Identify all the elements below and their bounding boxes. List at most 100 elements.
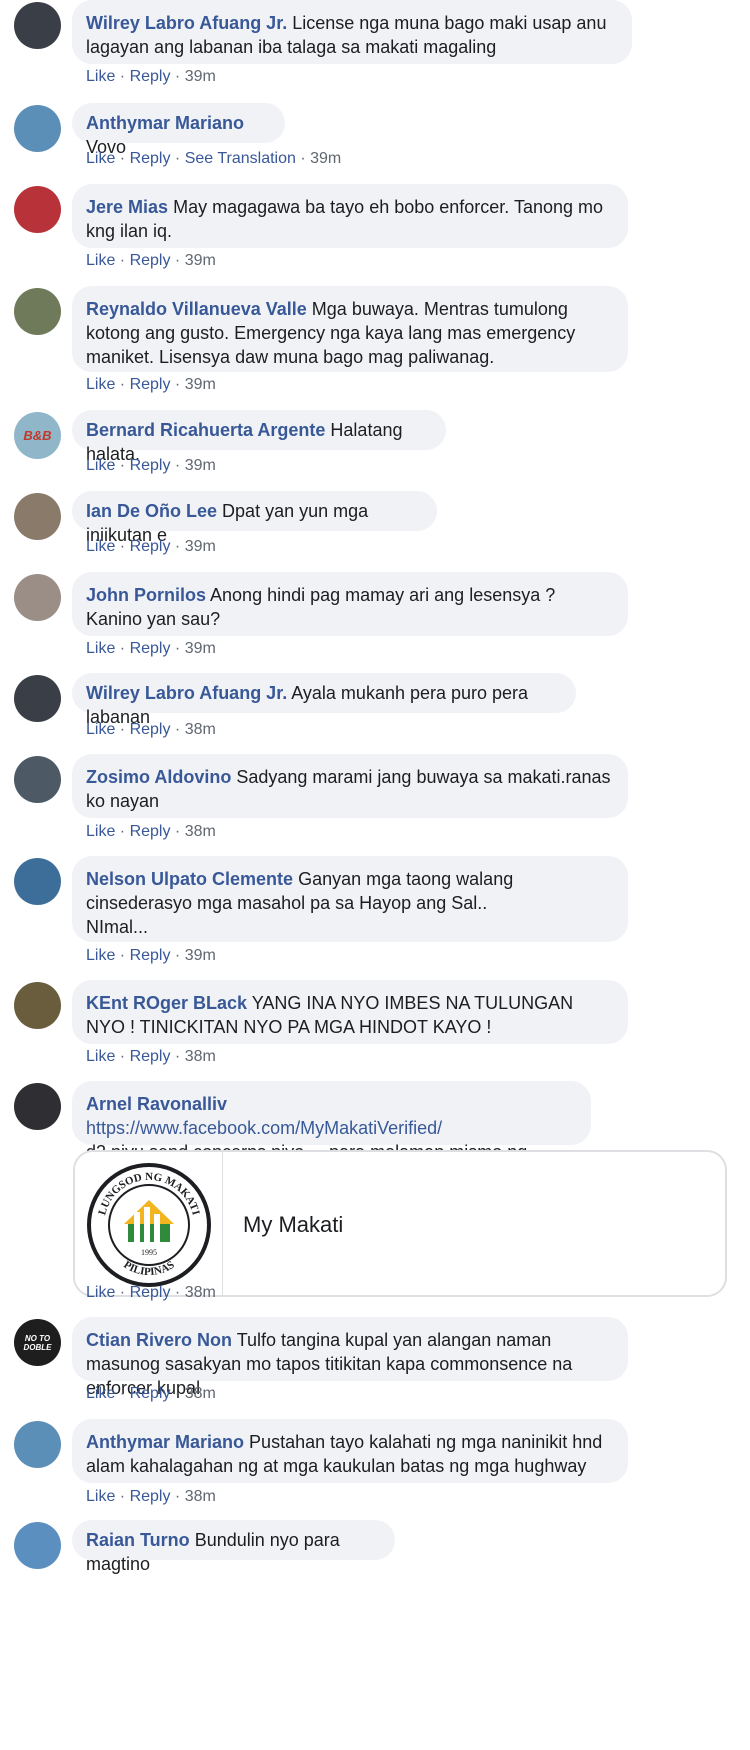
comment-bubble: KEnt ROger BLack YANG INA NYO IMBES NA T… xyxy=(72,980,628,1044)
comment-author[interactable]: KEnt ROger BLack xyxy=(86,993,247,1013)
like-button[interactable]: Like xyxy=(86,538,115,555)
comment-author[interactable]: Nelson Ulpato Clemente xyxy=(86,869,293,889)
comment-bubble: Bernard Ricahuerta Argente Halatang hala… xyxy=(72,410,446,464)
comment-author[interactable]: Reynaldo Villanueva Valle xyxy=(86,299,307,319)
reply-button[interactable]: Reply xyxy=(130,1284,171,1301)
comment-timestamp[interactable]: 38m xyxy=(185,823,216,840)
reply-button[interactable]: Reply xyxy=(130,1488,171,1505)
makati-seal-logo: LUNGSOD NG MAKATI PILIPINAS 1995 xyxy=(75,1152,223,1295)
avatar[interactable] xyxy=(14,982,61,1029)
comment-author[interactable]: Ctian Rivero Non xyxy=(86,1330,232,1350)
comment-author[interactable]: John Pornilos xyxy=(86,585,206,605)
comment-actions: Like · Reply · 39m xyxy=(86,252,216,269)
comment-timestamp[interactable]: 38m xyxy=(185,1284,216,1301)
avatar[interactable] xyxy=(14,493,61,540)
like-button[interactable]: Like xyxy=(86,457,115,474)
reply-button[interactable]: Reply xyxy=(130,252,171,269)
comment-actions: Like · Reply · 38m xyxy=(86,1385,216,1402)
comment-author[interactable]: Anthymar Mariano xyxy=(86,1432,244,1452)
avatar-label: B&B xyxy=(23,428,52,443)
comment-bubble: Jere Mias May magagawa ba tayo eh bobo e… xyxy=(72,184,628,248)
avatar[interactable]: NO TO DOBLE xyxy=(14,1319,61,1366)
comment-author[interactable]: Wilrey Labro Afuang Jr. xyxy=(86,683,287,703)
comment-bubble: Reynaldo Villanueva Valle Mga buwaya. Me… xyxy=(72,286,628,372)
comment-timestamp[interactable]: 38m xyxy=(185,1488,216,1505)
avatar[interactable] xyxy=(14,186,61,233)
comment-actions: Like · Reply · 38m xyxy=(86,823,216,840)
comment-actions: Like · Reply · 38m xyxy=(86,1048,216,1065)
reply-button[interactable]: Reply xyxy=(130,1385,171,1402)
comment-bubble: Nelson Ulpato Clemente Ganyan mga taong … xyxy=(72,856,628,942)
comment-author[interactable]: Bernard Ricahuerta Argente xyxy=(86,420,325,440)
avatar[interactable] xyxy=(14,1522,61,1569)
comment-author[interactable]: Zosimo Aldovino xyxy=(86,767,231,787)
reply-button[interactable]: Reply xyxy=(130,640,171,657)
like-button[interactable]: Like xyxy=(86,823,115,840)
comment-author[interactable]: Ian De Oño Lee xyxy=(86,501,217,521)
reply-button[interactable]: Reply xyxy=(130,68,171,85)
comment-timestamp[interactable]: 39m xyxy=(185,68,216,85)
comment-actions: Like · Reply · 39m xyxy=(86,947,216,964)
like-button[interactable]: Like xyxy=(86,1385,115,1402)
link-preview-card[interactable]: LUNGSOD NG MAKATI PILIPINAS 1995 My Makati xyxy=(73,1150,727,1297)
reply-button[interactable]: Reply xyxy=(130,823,171,840)
like-button[interactable]: Like xyxy=(86,252,115,269)
avatar[interactable] xyxy=(14,1421,61,1468)
comment-timestamp[interactable]: 39m xyxy=(185,640,216,657)
reply-button[interactable]: Reply xyxy=(130,538,171,555)
like-button[interactable]: Like xyxy=(86,640,115,657)
comment-bubble: Anthymar Mariano Vovo xyxy=(72,103,285,157)
like-button[interactable]: Like xyxy=(86,1048,115,1065)
comment-actions: Like · Reply · 39m xyxy=(86,376,216,393)
like-button[interactable]: Like xyxy=(86,1284,115,1301)
like-button[interactable]: Like xyxy=(86,947,115,964)
like-button[interactable]: Like xyxy=(86,68,115,85)
comment-author[interactable]: Arnel Ravonalliv xyxy=(86,1094,227,1114)
comment-timestamp[interactable]: 39m xyxy=(185,376,216,393)
comment-timestamp[interactable]: 39m xyxy=(185,947,216,964)
comment-timestamp[interactable]: 39m xyxy=(185,538,216,555)
comment-bubble: John Pornilos Anong hindi pag mamay ari … xyxy=(72,572,628,636)
reply-button[interactable]: Reply xyxy=(130,1048,171,1065)
avatar[interactable] xyxy=(14,858,61,905)
comment-bubble: Ian De Oño Lee Dpat yan yun mga iniikuta… xyxy=(72,491,437,545)
avatar[interactable] xyxy=(14,756,61,803)
like-button[interactable]: Like xyxy=(86,1488,115,1505)
like-button[interactable]: Like xyxy=(86,150,115,167)
avatar-label: NO TO DOBLE xyxy=(23,1333,52,1352)
comment-author[interactable]: Wilrey Labro Afuang Jr. xyxy=(86,13,287,33)
comment-author[interactable]: Jere Mias xyxy=(86,197,168,217)
reply-button[interactable]: Reply xyxy=(130,150,171,167)
avatar[interactable] xyxy=(14,675,61,722)
avatar[interactable]: B&B xyxy=(14,412,61,459)
comment-author[interactable]: Raian Turno xyxy=(86,1530,190,1550)
like-button[interactable]: Like xyxy=(86,721,115,738)
comment-author[interactable]: Anthymar Mariano xyxy=(86,113,244,133)
avatar[interactable] xyxy=(14,288,61,335)
comment-bubble: Zosimo Aldovino Sadyang marami jang buwa… xyxy=(72,754,628,818)
avatar[interactable] xyxy=(14,1083,61,1130)
avatar[interactable] xyxy=(14,574,61,621)
comment-link[interactable]: https://www.facebook.com/MyMakatiVerifie… xyxy=(86,1118,442,1138)
comment-bubble: Arnel Ravonalliv https://www.facebook.co… xyxy=(72,1081,591,1186)
comment-actions: Like · Reply · 39m xyxy=(86,68,216,85)
comment-timestamp[interactable]: 39m xyxy=(185,457,216,474)
comment-timestamp[interactable]: 38m xyxy=(185,721,216,738)
reply-button[interactable]: Reply xyxy=(130,376,171,393)
comment-timestamp[interactable]: 38m xyxy=(185,1385,216,1402)
comment-actions: Like · Reply · 39m xyxy=(86,640,216,657)
comment-timestamp[interactable]: 38m xyxy=(185,1048,216,1065)
comment-timestamp[interactable]: 39m xyxy=(310,150,341,167)
comment-actions: Like · Reply · 38m xyxy=(86,721,216,738)
like-button[interactable]: Like xyxy=(86,376,115,393)
see-translation-button[interactable]: See Translation xyxy=(185,150,296,167)
reply-button[interactable]: Reply xyxy=(130,947,171,964)
comment-bubble: Wilrey Labro Afuang Jr. Ayala mukanh per… xyxy=(72,673,576,727)
comment-timestamp[interactable]: 39m xyxy=(185,252,216,269)
reply-button[interactable]: Reply xyxy=(130,721,171,738)
avatar[interactable] xyxy=(14,2,61,49)
reply-button[interactable]: Reply xyxy=(130,457,171,474)
avatar[interactable] xyxy=(14,105,61,152)
link-preview-title[interactable]: My Makati xyxy=(243,1212,343,1238)
comment-actions: Like · Reply · See Translation · 39m xyxy=(86,150,342,167)
